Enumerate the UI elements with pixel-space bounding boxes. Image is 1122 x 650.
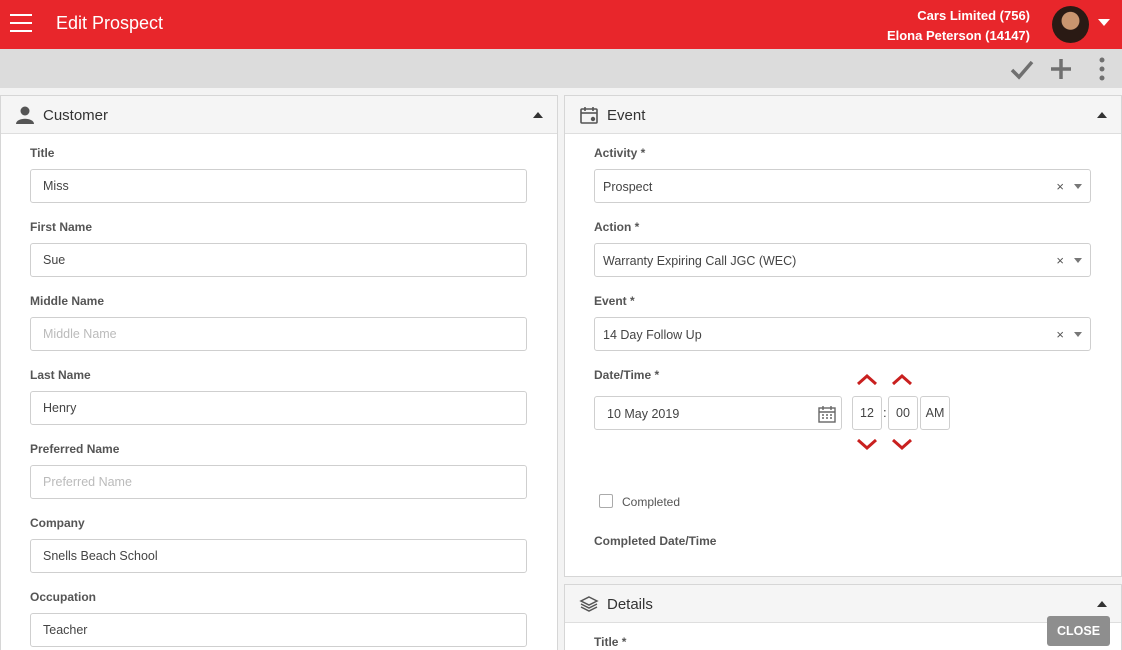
clear-icon[interactable]: × xyxy=(1056,179,1064,194)
event-panel-header[interactable]: Event xyxy=(565,96,1121,134)
datetime-label: Date/Time * xyxy=(594,368,660,382)
checkmark-icon[interactable] xyxy=(1010,57,1034,81)
person-icon xyxy=(15,105,35,125)
hour-decrement-icon[interactable] xyxy=(856,438,878,452)
details-panel-header[interactable]: Details xyxy=(565,585,1121,623)
first-name-field[interactable] xyxy=(30,243,527,277)
hour-input[interactable]: 12 xyxy=(852,396,882,430)
top-bar: Edit Prospect Cars Limited (756) Elona P… xyxy=(0,0,1122,49)
middle-name-field[interactable] xyxy=(30,317,527,351)
minute-decrement-icon[interactable] xyxy=(891,438,913,452)
date-input[interactable]: 10 May 2019 xyxy=(594,396,842,430)
date-value: 10 May 2019 xyxy=(607,407,680,421)
event-label: Event * xyxy=(594,294,635,308)
action-label: Action * xyxy=(594,220,640,234)
event-panel-title: Event xyxy=(607,107,646,124)
close-button[interactable]: CLOSE xyxy=(1047,616,1110,646)
collapse-up-icon[interactable] xyxy=(1097,601,1107,607)
calendar-icon xyxy=(579,105,599,125)
calendar-picker-icon[interactable] xyxy=(817,404,837,424)
time-separator: : xyxy=(883,405,887,420)
preferred-name-label: Preferred Name xyxy=(30,442,120,456)
details-panel: Details xyxy=(564,584,1122,650)
completed-label: Completed xyxy=(622,495,681,509)
minute-increment-icon[interactable] xyxy=(891,372,913,386)
ampm-toggle[interactable]: AM xyxy=(920,396,950,430)
customer-panel-header[interactable]: Customer xyxy=(1,96,557,134)
preferred-name-field[interactable] xyxy=(30,465,527,499)
occupation-label: Occupation xyxy=(30,590,97,604)
action-value: Warranty Expiring Call JGC (WEC) xyxy=(603,254,797,268)
user-name: Elona Peterson (14147) xyxy=(886,28,1030,43)
minute-input[interactable]: 00 xyxy=(888,396,918,430)
event-select[interactable]: 14 Day Follow Up × xyxy=(594,317,1091,351)
plus-icon[interactable] xyxy=(1049,57,1073,81)
occupation-field[interactable] xyxy=(30,613,527,647)
title-label: Title xyxy=(30,146,55,160)
action-select[interactable]: Warranty Expiring Call JGC (WEC) × xyxy=(594,243,1091,277)
details-panel-title: Details xyxy=(607,596,653,613)
hour-increment-icon[interactable] xyxy=(856,372,878,386)
user-menu-caret-icon[interactable] xyxy=(1098,19,1110,26)
chevron-down-icon[interactable] xyxy=(1074,184,1082,189)
chevron-down-icon[interactable] xyxy=(1074,258,1082,263)
completed-datetime-label: Completed Date/Time xyxy=(594,534,717,548)
chevron-down-icon[interactable] xyxy=(1074,332,1082,337)
company-label: Company xyxy=(30,516,85,530)
company-field[interactable] xyxy=(30,539,527,573)
more-vertical-icon[interactable] xyxy=(1090,57,1114,81)
last-name-label: Last Name xyxy=(30,368,91,382)
layers-icon xyxy=(579,594,599,614)
activity-value: Prospect xyxy=(603,180,653,194)
last-name-field[interactable] xyxy=(30,391,527,425)
avatar[interactable] xyxy=(1052,6,1089,43)
activity-label: Activity * xyxy=(594,146,646,160)
collapse-up-icon[interactable] xyxy=(1097,112,1107,118)
event-value: 14 Day Follow Up xyxy=(603,328,702,342)
clear-icon[interactable]: × xyxy=(1056,253,1064,268)
action-toolbar xyxy=(0,49,1122,88)
page-title: Edit Prospect xyxy=(56,13,164,33)
details-title-label: Title * xyxy=(594,635,627,649)
collapse-up-icon[interactable] xyxy=(533,112,543,118)
customer-panel-title: Customer xyxy=(43,107,109,124)
middle-name-label: Middle Name xyxy=(30,294,105,308)
completed-checkbox[interactable] xyxy=(599,494,613,508)
title-field[interactable] xyxy=(30,169,527,203)
activity-select[interactable]: Prospect × xyxy=(594,169,1091,203)
first-name-label: First Name xyxy=(30,220,93,234)
hamburger-menu-icon[interactable] xyxy=(10,14,32,32)
company-name: Cars Limited (756) xyxy=(917,8,1030,23)
user-info: Cars Limited (756) Elona Peterson (14147… xyxy=(887,6,1030,46)
clear-icon[interactable]: × xyxy=(1056,327,1064,342)
